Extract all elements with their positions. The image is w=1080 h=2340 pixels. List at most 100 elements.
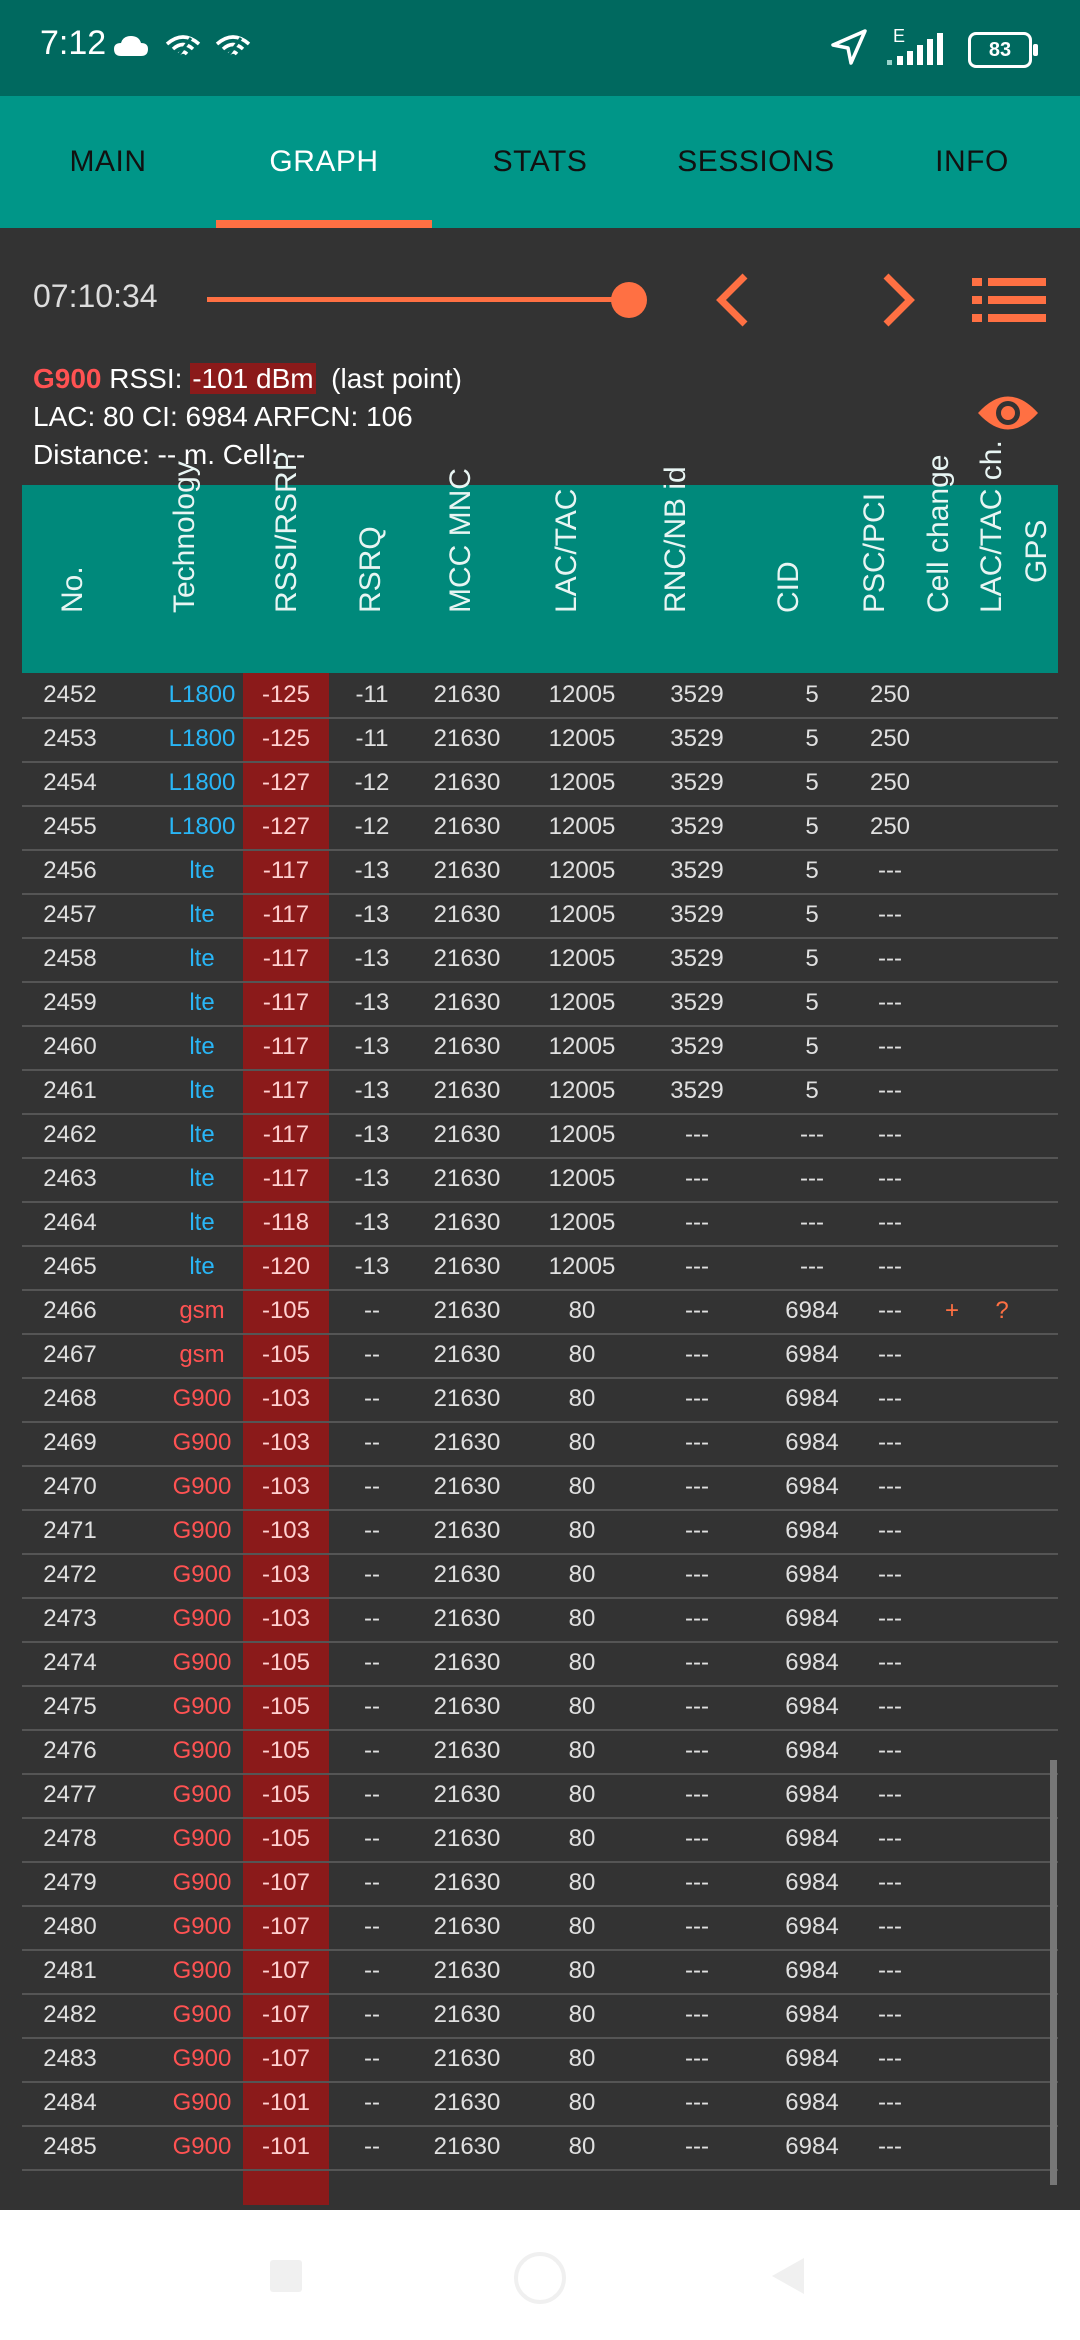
table-row[interactable]: 2462 lte -117 -13 21630 12005 --- --- --- — [22, 1113, 1058, 1159]
table-row[interactable]: 2474 G900 -105 -- 21630 80 --- 6984 --- — [22, 1641, 1058, 1687]
table-row[interactable]: 2452 L1800 -125 -11 21630 12005 3529 5 250 — [22, 673, 1058, 719]
row-rsrq: -- — [364, 1385, 380, 1412]
row-lac-tac: 12005 — [548, 1253, 616, 1280]
row-number: 2479 — [43, 1869, 97, 1896]
tab-info[interactable]: INFO — [864, 96, 1080, 228]
table-row[interactable]: 2481 G900 -107 -- 21630 80 --- 6984 --- — [22, 1949, 1058, 1995]
row-mcc-mnc: 21630 — [433, 1737, 501, 1764]
row-lac-tac: 12005 — [548, 725, 616, 752]
table-row[interactable]: 2467 gsm -105 -- 21630 80 --- 6984 --- — [22, 1333, 1058, 1379]
table-row[interactable]: 2470 G900 -103 -- 21630 80 --- 6984 --- — [22, 1465, 1058, 1511]
col-header-cid[interactable]: CID — [764, 561, 814, 613]
row-mcc-mnc: 21630 — [433, 813, 501, 840]
table-row[interactable]: 2484 G900 -101 -- 21630 80 --- 6984 --- — [22, 2081, 1058, 2127]
tab-sessions[interactable]: SESSIONS — [648, 96, 864, 228]
data-table[interactable]: 2452 L1800 -125 -11 21630 12005 3529 5 250 2453 L1… — [22, 673, 1058, 2205]
table-row[interactable]: 2476 G900 -105 -- 21630 80 --- 6984 --- — [22, 1729, 1058, 1775]
table-row[interactable]: 2456 lte -117 -13 21630 12005 3529 5 --- — [22, 849, 1058, 895]
tab-main[interactable]: MAIN — [0, 96, 216, 228]
table-row[interactable]: 2453 L1800 -125 -11 21630 12005 3529 5 250 — [22, 717, 1058, 763]
col-header-rsrq[interactable]: RSRQ — [346, 526, 396, 613]
row-rssi: -117 — [262, 1121, 310, 1148]
chevron-right-icon[interactable] — [878, 272, 918, 328]
tab-stats[interactable]: STATS — [432, 96, 648, 228]
col-header-lac-tac-change[interactable]: LAC/TAC ch. — [967, 440, 1017, 613]
col-header-psc-pci[interactable]: PSC/PCI — [850, 493, 900, 613]
col-header-technology[interactable]: Technology — [160, 461, 210, 613]
row-psc-pci: --- — [878, 901, 902, 928]
col-header-cell-change[interactable]: Cell change — [914, 455, 964, 613]
row-rssi: -105 — [261, 1737, 311, 1764]
table-row[interactable]: 2483 G900 -107 -- 21630 80 --- 6984 --- — [22, 2037, 1058, 2083]
col-header-lac-tac[interactable]: LAC/TAC — [542, 489, 592, 613]
table-row[interactable]: 2482 G900 -107 -- 21630 80 --- 6984 --- — [22, 1993, 1058, 2039]
nav-square-icon[interactable] — [268, 2258, 304, 2294]
row-lac-tac: 80 — [568, 2001, 596, 2028]
row-rssi: -117 — [262, 857, 310, 884]
table-row[interactable]: 2477 G900 -105 -- 21630 80 --- 6984 --- — [22, 1773, 1058, 1819]
row-rsrq: -- — [364, 1957, 380, 1984]
row-lac-tac: 80 — [568, 1605, 596, 1632]
row-lac-tac: 80 — [568, 1385, 596, 1412]
row-rssi: -101 — [261, 2089, 311, 2116]
table-row[interactable]: 2458 lte -117 -13 21630 12005 3529 5 --- — [22, 937, 1058, 983]
col-header-rnc-nb[interactable]: RNC/NB id — [651, 466, 701, 613]
table-row[interactable]: 2468 G900 -103 -- 21630 80 --- 6984 --- — [22, 1377, 1058, 1423]
row-number: 2462 — [43, 1121, 97, 1148]
table-row[interactable]: 2472 G900 -103 -- 21630 80 --- 6984 --- — [22, 1553, 1058, 1599]
row-psc-pci: --- — [878, 1913, 902, 1940]
row-rssi: -107 — [261, 1913, 311, 1940]
row-rsrq: -- — [364, 2089, 380, 2116]
row-mcc-mnc: 21630 — [433, 2001, 501, 2028]
table-row[interactable]: 2463 lte -117 -13 21630 12005 --- --- --- — [22, 1157, 1058, 1203]
col-header-no[interactable]: No. — [48, 566, 98, 613]
col-header-mcc-mnc[interactable]: MCC MNC — [436, 468, 486, 613]
row-mcc-mnc: 21630 — [433, 725, 501, 752]
nav-back-icon[interactable] — [768, 2256, 808, 2296]
col-header-gps[interactable]: GPS — [1012, 520, 1062, 583]
row-psc-pci: --- — [878, 1781, 902, 1808]
list-icon[interactable] — [970, 276, 1048, 324]
table-row[interactable]: 2459 lte -117 -13 21630 12005 3529 5 --- — [22, 981, 1058, 1027]
table-row[interactable]: 2460 lte -117 -13 21630 12005 3529 5 --- — [22, 1025, 1058, 1071]
table-row[interactable]: 2466 gsm -105 -- 21630 80 --- 6984 --- +? — [22, 1289, 1058, 1335]
table-row[interactable]: 2469 G900 -103 -- 21630 80 --- 6984 --- — [22, 1421, 1058, 1467]
time-slider-thumb[interactable] — [611, 282, 647, 318]
table-row[interactable]: 2475 G900 -105 -- 21630 80 --- 6984 --- — [22, 1685, 1058, 1731]
row-rssi: -120 — [261, 1253, 311, 1280]
row-mcc-mnc: 21630 — [433, 2045, 501, 2072]
row-rsrq: -- — [364, 1429, 380, 1456]
table-row[interactable]: 2478 G900 -105 -- 21630 80 --- 6984 --- — [22, 1817, 1058, 1863]
row-rssi: -117 — [262, 1033, 310, 1060]
table-row[interactable]: 2479 G900 -107 -- 21630 80 --- 6984 --- — [22, 1861, 1058, 1907]
scrollbar[interactable] — [1050, 1760, 1057, 2185]
row-number: 2471 — [43, 1517, 97, 1544]
table-row[interactable]: 2464 lte -118 -13 21630 12005 --- --- --- — [22, 1201, 1058, 1247]
nav-bar — [0, 2210, 1080, 2340]
table-row[interactable]: 2457 lte -117 -13 21630 12005 3529 5 --- — [22, 893, 1058, 939]
chevron-left-icon[interactable] — [713, 272, 753, 328]
table-row[interactable]: 2461 lte -117 -13 21630 12005 3529 5 --- — [22, 1069, 1058, 1115]
row-number: 2470 — [43, 1473, 97, 1500]
row-rsrq: -- — [364, 1561, 380, 1588]
table-row[interactable]: 2455 L1800 -127 -12 21630 12005 3529 5 250 — [22, 805, 1058, 851]
row-mcc-mnc: 21630 — [433, 901, 501, 928]
row-lac-tac: 12005 — [548, 857, 616, 884]
nav-home-icon[interactable] — [512, 2250, 568, 2306]
eye-icon[interactable] — [975, 390, 1041, 436]
time-slider-track[interactable] — [207, 297, 627, 302]
table-row[interactable]: 2465 lte -120 -13 21630 12005 --- --- --- — [22, 1245, 1058, 1291]
col-header-rssi[interactable]: RSSI/RSRP — [262, 451, 312, 613]
table-row[interactable]: 2454 L1800 -127 -12 21630 12005 3529 5 250 — [22, 761, 1058, 807]
table-row[interactable]: 2480 G900 -107 -- 21630 80 --- 6984 --- — [22, 1905, 1058, 1951]
table-row[interactable]: 2471 G900 -103 -- 21630 80 --- 6984 --- — [22, 1509, 1058, 1555]
row-psc-pci: --- — [878, 1825, 902, 1852]
row-number: 2477 — [43, 1781, 97, 1808]
row-number: 2475 — [43, 1693, 97, 1720]
table-row[interactable]: 2473 G900 -103 -- 21630 80 --- 6984 --- — [22, 1597, 1058, 1643]
table-row[interactable]: 2485 G900 -101 -- 21630 80 --- 6984 --- — [22, 2125, 1058, 2171]
info-cell-line: LAC: 80 CI: 6984 ARFCN: 106 — [33, 401, 413, 432]
row-psc-pci: --- — [878, 1737, 902, 1764]
tab-graph[interactable]: GRAPH — [216, 96, 432, 228]
row-rsrq: -12 — [354, 769, 390, 796]
